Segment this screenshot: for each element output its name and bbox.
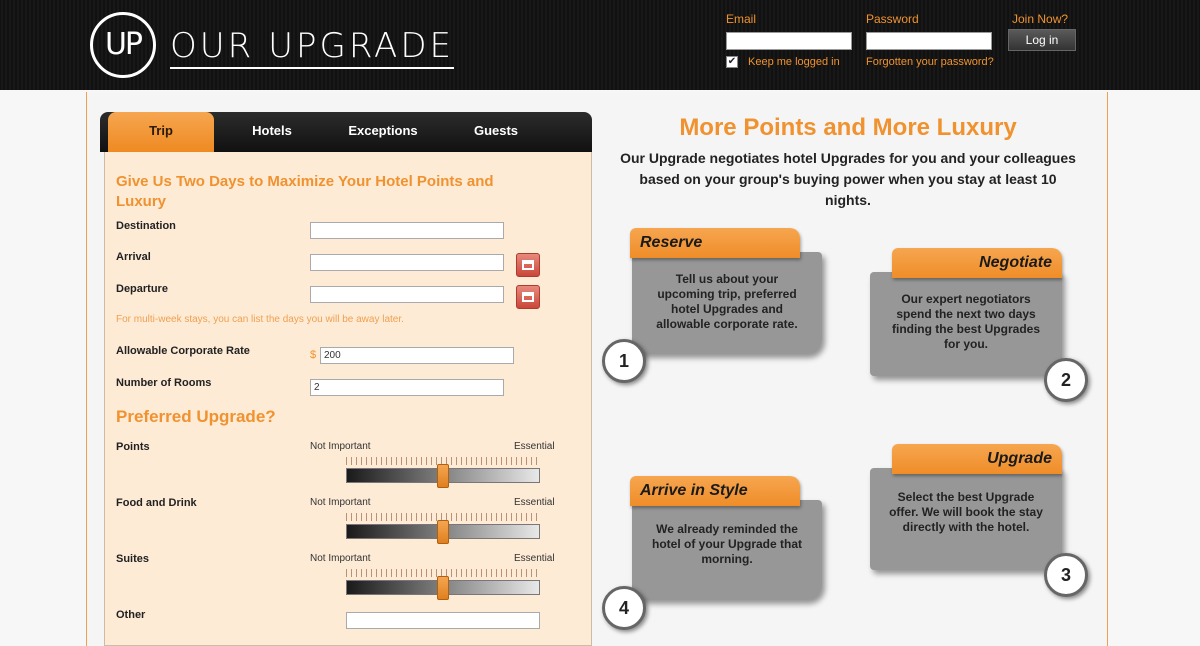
other-field[interactable] (346, 612, 540, 629)
tab-hotels[interactable]: Hotels (218, 112, 326, 152)
forgot-password-link[interactable]: Forgotten your password? (866, 56, 994, 68)
other-label: Other (116, 609, 146, 621)
tab-trip[interactable]: Trip (108, 112, 214, 152)
email-label: Email (726, 12, 757, 26)
arrival-calendar-icon[interactable] (516, 253, 540, 277)
departure-label: Departure (116, 283, 168, 295)
corporate-rate-label: Allowable Corporate Rate (116, 345, 250, 357)
step-title-negotiate: Negotiate (892, 248, 1062, 278)
departure-field[interactable] (310, 286, 504, 303)
step-number-1: 1 (602, 339, 646, 383)
step-title-upgrade: Upgrade (892, 444, 1062, 474)
tab-guests[interactable]: Guests (446, 112, 546, 152)
slider-thumb[interactable] (437, 576, 449, 600)
step-title-reserve: Reserve (630, 228, 800, 258)
step-card-negotiate: Our expert negotiators spend the next tw… (870, 272, 1062, 376)
scale-min-label: Not Important (310, 553, 371, 564)
rooms-field[interactable] (310, 379, 504, 396)
login-button[interactable]: Log in (1008, 29, 1076, 51)
page-subline: Our Upgrade negotiates hotel Upgrades fo… (620, 150, 1076, 208)
step-number-4: 4 (602, 586, 646, 630)
arrival-field[interactable] (310, 254, 504, 271)
page-headline: More Points and More Luxury (679, 114, 1017, 141)
slider-thumb[interactable] (437, 464, 449, 488)
preferred-upgrade-title: Preferred Upgrade? (116, 407, 276, 426)
form-title: Give Us Two Days to Maximize Your Hotel … (116, 173, 494, 210)
destination-field[interactable] (310, 222, 504, 239)
logo-mark[interactable]: UP (90, 12, 156, 78)
corporate-rate-field[interactable] (320, 347, 514, 364)
rooms-label: Number of Rooms (116, 377, 212, 389)
remember-label: Keep me logged in (748, 56, 840, 68)
scale-max-label: Essential (514, 441, 555, 452)
tab-exceptions[interactable]: Exceptions (328, 112, 438, 152)
step-number-3: 3 (1044, 553, 1088, 597)
scale-max-label: Essential (514, 497, 555, 508)
join-now-link[interactable]: Join Now? (1012, 12, 1068, 26)
password-label: Password (866, 12, 919, 26)
step-number-2: 2 (1044, 358, 1088, 402)
currency-symbol: $ (310, 349, 317, 361)
departure-calendar-icon[interactable] (516, 285, 540, 309)
logo-text[interactable]: OUR UPGRADE (170, 26, 454, 69)
destination-label: Destination (116, 220, 176, 232)
slider-label: Suites (116, 553, 150, 565)
multi-week-hint: For multi-week stays, you can list the d… (116, 314, 404, 325)
slider-label: Points (116, 441, 150, 453)
step-card-arrive: We already reminded the hotel of your Up… (632, 500, 822, 600)
scale-min-label: Not Important (310, 441, 371, 452)
scale-min-label: Not Important (310, 497, 371, 508)
step-card-upgrade: Select the best Upgrade offer. We will b… (870, 468, 1062, 570)
slider-label: Food and Drink (116, 497, 197, 509)
scale-max-label: Essential (514, 553, 555, 564)
step-card-reserve: Tell us about your upcoming trip, prefer… (632, 252, 822, 354)
slider-thumb[interactable] (437, 520, 449, 544)
step-title-arrive: Arrive in Style (630, 476, 800, 506)
remember-checkbox[interactable]: ✔ (726, 56, 738, 68)
password-field[interactable] (866, 32, 992, 50)
email-field[interactable] (726, 32, 852, 50)
arrival-label: Arrival (116, 251, 151, 263)
form-tabs: Trip Hotels Exceptions Guests (100, 112, 592, 152)
site-header: UP OUR UPGRADE Email Password Join Now? … (0, 0, 1200, 90)
